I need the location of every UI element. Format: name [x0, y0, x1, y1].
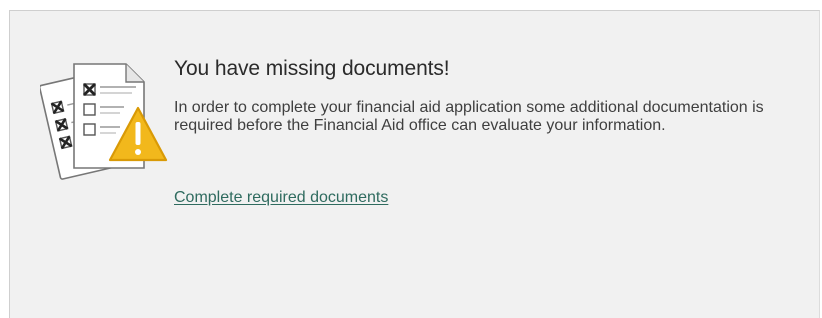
notice-title: You have missing documents! [174, 57, 450, 80]
missing-documents-notice: You have missing documents! In order to … [9, 10, 820, 318]
complete-required-documents-link[interactable]: Complete required documents [174, 189, 388, 207]
missing-documents-warning-icon [40, 63, 168, 180]
notice-message: In order to complete your financial aid … [174, 99, 764, 134]
